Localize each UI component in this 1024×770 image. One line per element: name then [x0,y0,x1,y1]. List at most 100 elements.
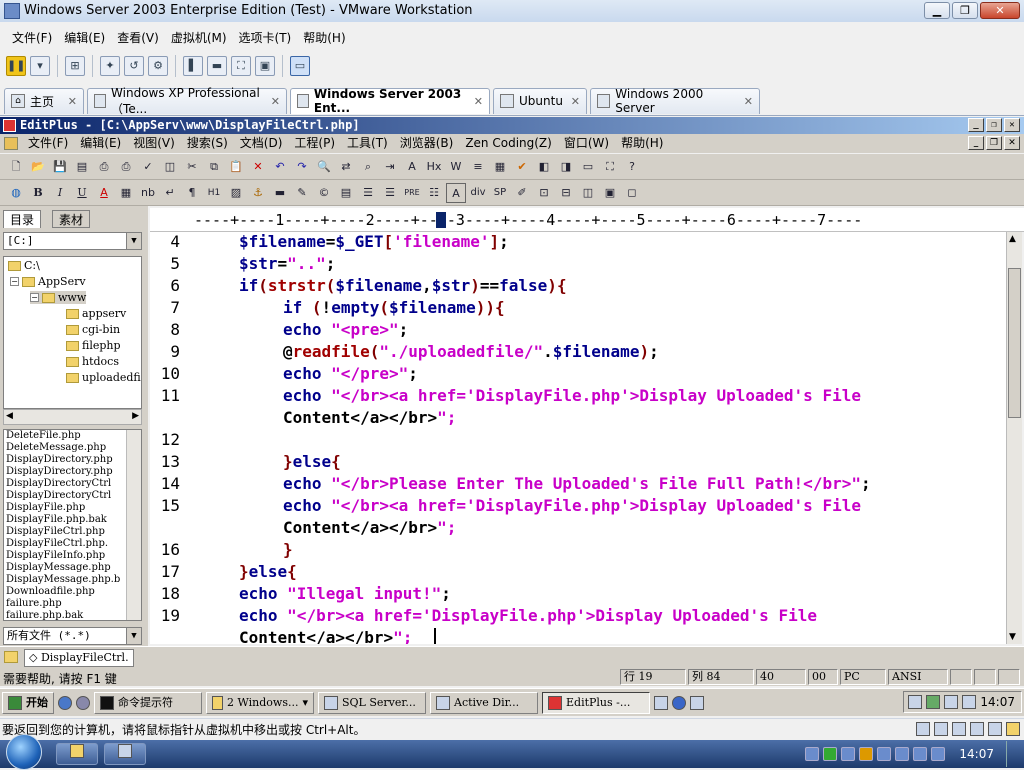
line-break-button[interactable]: ↵ [160,183,180,203]
restore-button[interactable]: ❐ [986,118,1002,132]
comment-icon[interactable]: ✎ [292,183,312,203]
file-list[interactable]: DeleteFile.php DeleteMessage.php Display… [3,429,142,621]
explorer-icon[interactable] [76,695,90,710]
spell-check-icon[interactable]: ✓ [138,157,158,177]
pause-icon[interactable]: ❚❚ [6,56,26,76]
doc-close-button[interactable]: ✕ [1004,136,1020,150]
collapse-icon[interactable]: − [30,293,39,302]
list-item[interactable]: DisplayDirectory.php [4,454,126,466]
tree-item[interactable]: htdocs [66,355,119,368]
line-number-icon[interactable]: ≡ [468,157,488,177]
delete-icon[interactable]: ✕ [248,157,268,177]
save-icon[interactable]: 💾 [50,157,70,177]
code-editor[interactable]: 4 $filename=$_GET['filename']; 5 $str="..";… [150,232,1006,644]
quicklaunch-icon[interactable] [654,695,668,710]
directory-window-icon[interactable]: ◧ [534,157,554,177]
sidebar-toggle-icon[interactable]: ▌ [183,56,203,76]
snapshot-manager-icon[interactable]: ⚙ [148,56,168,76]
ep-menu-view[interactable]: 视图(V) [127,134,181,153]
snapshot-icon[interactable]: ✦ [100,56,120,76]
align-center-icon[interactable]: ☰ [380,183,400,203]
span-button[interactable]: SP [490,183,510,203]
tab-windows-server-2003[interactable]: Windows Server 2003 Ent... ✕ [290,87,490,115]
open-icon[interactable]: 📂 [28,157,48,177]
output-window-icon[interactable]: ▭ [578,157,598,177]
tray-icon[interactable] [895,747,910,761]
underline-button[interactable]: U [72,183,92,203]
scroll-down-icon[interactable]: ▼ [1009,632,1016,642]
fullscreen-icon[interactable]: ⛶ [600,157,620,177]
list-item[interactable]: DisplayFileCtrl.php. [4,538,126,550]
list-item[interactable]: DisplayFileCtrl.php [4,526,126,538]
italic-button[interactable]: I [50,183,70,203]
host-explorer-button[interactable] [56,743,98,765]
windows-start-orb[interactable] [6,734,42,770]
find-icon[interactable]: 🔍 [314,157,334,177]
ruler-icon[interactable]: ▦ [490,157,510,177]
nbsp-button[interactable]: nb [138,183,158,203]
scroll-up-icon[interactable]: ▲ [1009,234,1016,244]
bold-button[interactable]: B [28,183,48,203]
list-item[interactable]: DisplayFile.php [4,502,126,514]
new-file-icon[interactable]: 🗋 [6,157,26,177]
code-line[interactable]: echo "Illegal input!"; [239,584,451,603]
code-line[interactable]: echo "</br><a href='DisplayFile.php'>Dis… [239,606,817,625]
ep-menu-tools[interactable]: 工具(T) [341,134,394,153]
taskbar-active-directory[interactable]: Active Dir... [430,691,538,714]
help-icon[interactable]: ? [622,157,642,177]
list-item[interactable]: DisplayMessage.php [4,562,126,574]
menu-file[interactable]: 文件(F) [6,26,58,50]
close-icon[interactable]: ✕ [474,95,483,108]
document-tab[interactable]: ◇ DisplayFileCtrl. [24,649,134,667]
close-icon[interactable]: ✕ [271,95,280,108]
tree-item-selected[interactable]: − www [30,291,87,304]
tray-icon[interactable] [908,695,923,709]
menu-view[interactable]: 查看(V) [111,26,165,50]
ep-menu-file[interactable]: 文件(F) [22,134,74,153]
font-tag-button[interactable]: A [446,182,466,203]
ep-menu-zen-coding[interactable]: Zen Coding(Z) [459,134,558,153]
list-item[interactable]: DisplayDirectoryCtrl [4,490,126,502]
code-line[interactable]: }else{ [283,452,341,471]
unity-icon[interactable]: ▣ [255,56,275,76]
menu-edit[interactable]: 编辑(E) [58,26,111,50]
minimize-button[interactable]: ▁ [924,2,950,19]
drive-select[interactable]: [C:] ▼ [3,232,142,250]
minimize-button[interactable]: _ [968,118,984,132]
ep-menu-search[interactable]: 搜索(S) [181,134,234,153]
list-item[interactable]: DeleteMessage.php [4,442,126,454]
network-icon[interactable] [913,747,928,761]
maximize-button[interactable]: ❐ [952,2,978,19]
help-icon[interactable] [672,695,686,710]
code-line[interactable]: echo "<pre>"; [283,320,408,339]
checkmark-icon[interactable]: ✔ [512,157,532,177]
tray-icon[interactable] [805,747,820,761]
image-icon[interactable]: ▨ [226,183,246,203]
folder-tree[interactable]: C:\ − AppServ − www appserv cgi-bin fileph… [3,256,142,409]
copyright-icon[interactable]: © [314,183,334,203]
print-preview-icon[interactable]: ⎙ [94,157,114,177]
menu-tabs[interactable]: 选项卡(T) [233,26,298,50]
list-icon[interactable]: ☷ [424,183,444,203]
cut-icon[interactable]: ✂ [182,157,202,177]
tree-item[interactable]: cgi-bin [66,323,120,336]
scroll-left-icon[interactable]: ◀ [6,411,13,421]
menu-help[interactable]: 帮助(H) [297,26,351,50]
code-line[interactable]: echo "</pre>"; [283,364,418,383]
tray-icon[interactable] [823,747,838,761]
code-line[interactable]: if (!empty($filename)){ [283,298,505,317]
list-item[interactable]: DisplayFileInfo.php [4,550,126,562]
doc-minimize-button[interactable]: _ [968,136,984,150]
code-line[interactable]: } [283,540,293,559]
tree-item[interactable]: − AppServ [10,275,86,288]
tray-icon[interactable] [944,695,959,709]
preview-icon[interactable]: ▣ [600,183,620,203]
network-adapter-icon[interactable] [952,722,966,736]
tab-ubuntu[interactable]: Ubuntu ✕ [493,87,587,114]
code-line[interactable]: echo "</br><a href='DisplayFile.php'>Dis… [283,386,861,405]
message-icon[interactable] [1006,722,1020,736]
hdd-icon[interactable] [916,722,930,736]
ep-menu-document[interactable]: 文档(D) [234,134,289,153]
table-icon[interactable]: ▤ [336,183,356,203]
usb-icon[interactable] [970,722,984,736]
